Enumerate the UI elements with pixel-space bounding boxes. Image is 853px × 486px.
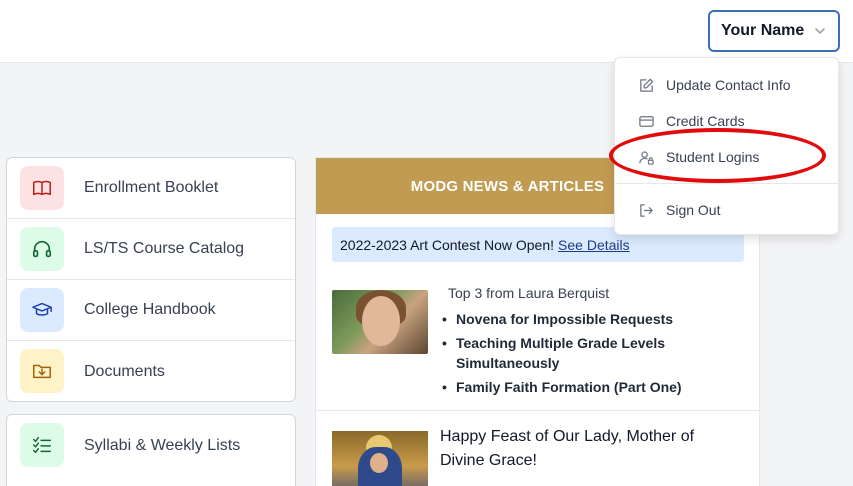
banner-text: 2022-2023 Art Contest Now Open! (340, 236, 555, 253)
feast-image (332, 431, 428, 486)
sidebar-item-enrollment-booklet[interactable]: Enrollment Booklet (7, 158, 295, 219)
article-link[interactable]: Novena for Impossible Requests (442, 309, 742, 329)
sidebar-item-label: Syllabi & Weekly Lists (84, 436, 241, 454)
book-icon (20, 166, 64, 210)
sidebar-item-college-handbook[interactable]: College Handbook (7, 280, 295, 341)
user-menu-button[interactable]: Your Name (708, 10, 840, 52)
sidebar-item-label: College Handbook (84, 301, 216, 318)
menu-divider (615, 183, 838, 184)
user-name: Your Name (721, 22, 805, 39)
sidebar-item-label: Enrollment Booklet (84, 179, 219, 196)
menu-item-label: Credit Cards (666, 113, 745, 129)
headphones-icon (20, 227, 64, 271)
checklist-icon (20, 423, 64, 467)
menu-item-label: Update Contact Info (666, 77, 791, 93)
divider (316, 410, 759, 411)
menu-item-credit-cards[interactable]: Credit Cards (615, 104, 838, 138)
graduation-cap-icon (20, 288, 64, 332)
author-photo (332, 290, 428, 354)
folder-download-icon (20, 349, 64, 393)
sign-out-icon (640, 204, 653, 217)
article-link[interactable]: Teaching Multiple Grade Levels Simultane… (442, 333, 742, 373)
sidebar-item-label: Documents (84, 362, 165, 380)
menu-item-student-logins[interactable]: Student Logins (615, 140, 838, 174)
edit-icon (640, 78, 654, 92)
top3-label: Top 3 from Laura Berquist (448, 285, 610, 301)
menu-item-label: Sign Out (666, 202, 721, 218)
sidebar-item-documents[interactable]: Documents (7, 341, 295, 401)
see-details-link[interactable]: See Details (558, 237, 630, 253)
user-dropdown-menu: Update Contact Info Credit Cards Student… (614, 57, 839, 235)
credit-card-icon (639, 116, 654, 127)
resources-card: Enrollment Booklet LS/TS Course Catalog … (6, 157, 296, 402)
article-link[interactable]: Family Faith Formation (Part One) (442, 377, 742, 397)
menu-item-label: Student Logins (666, 149, 760, 165)
curriculum-card: Syllabi & Weekly Lists (6, 414, 296, 486)
top-bar: Your Name (0, 0, 853, 63)
menu-item-sign-out[interactable]: Sign Out (615, 193, 838, 227)
feast-article-title[interactable]: Happy Feast of Our Lady, Mother of Divin… (440, 425, 740, 473)
sidebar-item-course-catalog[interactable]: LS/TS Course Catalog (7, 219, 295, 280)
menu-item-update-contact[interactable]: Update Contact Info (615, 68, 838, 102)
chevron-down-icon (815, 28, 825, 34)
article-list: Novena for Impossible Requests Teaching … (442, 309, 742, 401)
sidebar-item-syllabi[interactable]: Syllabi & Weekly Lists (7, 415, 295, 476)
sidebar-item-label: LS/TS Course Catalog (84, 240, 245, 257)
user-lock-icon (639, 151, 654, 165)
